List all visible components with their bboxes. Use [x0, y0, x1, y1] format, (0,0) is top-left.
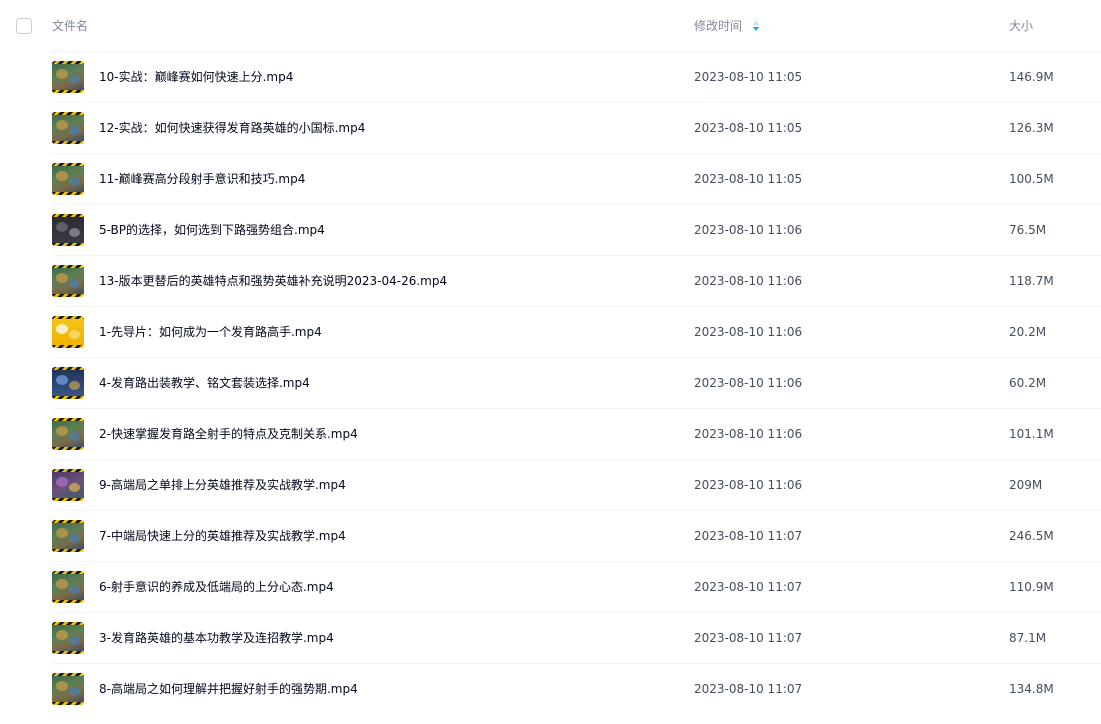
file-name[interactable]: 10-实战：巅峰赛如何快速上分.mp4	[99, 70, 293, 84]
file-modified-time: 2023-08-10 11:07	[694, 529, 803, 543]
video-thumbnail[interactable]	[52, 622, 84, 654]
file-size: 126.3M	[1009, 121, 1054, 135]
file-size: 118.7M	[1009, 274, 1054, 288]
file-row[interactable]: 6-射手意识的养成及低端局的上分心态.mp4 2023-08-10 11:07 11…	[52, 561, 1101, 612]
file-modified-time: 2023-08-10 11:06	[694, 376, 803, 390]
file-size: 110.9M	[1009, 580, 1054, 594]
video-thumbnail[interactable]	[52, 571, 84, 603]
file-row[interactable]: 11-巅峰赛高分段射手意识和技巧.mp4 2023-08-10 11:05 100.…	[52, 153, 1101, 204]
video-thumbnail[interactable]	[52, 469, 84, 501]
file-modified-time: 2023-08-10 11:05	[694, 70, 803, 84]
file-name[interactable]: 7-中端局快速上分的英雄推荐及实战教学.mp4	[99, 529, 346, 543]
file-modified-time: 2023-08-10 11:07	[694, 682, 803, 696]
file-modified-time: 2023-08-10 11:06	[694, 478, 803, 492]
column-header-modified[interactable]: 修改时间	[694, 19, 742, 33]
file-size: 146.9M	[1009, 70, 1054, 84]
file-modified-time: 2023-08-10 11:05	[694, 121, 803, 135]
file-row[interactable]: 7-中端局快速上分的英雄推荐及实战教学.mp4 2023-08-10 11:07 2…	[52, 510, 1101, 561]
file-row[interactable]: 2-快速掌握发育路全射手的特点及克制关系.mp4 2023-08-10 11:06…	[52, 408, 1101, 459]
file-size: 100.5M	[1009, 172, 1054, 186]
file-row[interactable]: 4-发育路出装教学、铭文套装选择.mp4 2023-08-10 11:06 60.2…	[52, 357, 1101, 408]
file-size: 134.8M	[1009, 682, 1054, 696]
file-modified-time: 2023-08-10 11:06	[694, 223, 803, 237]
file-modified-time: 2023-08-10 11:06	[694, 427, 803, 441]
column-header-size[interactable]: 大小	[1009, 19, 1033, 33]
file-modified-time: 2023-08-10 11:07	[694, 580, 803, 594]
file-row[interactable]: 3-发育路英雄的基本功教学及连招教学.mp4 2023-08-10 11:07 87…	[52, 612, 1101, 663]
file-name[interactable]: 8-高端局之如何理解并把握好射手的强势期.mp4	[99, 682, 358, 696]
file-size: 87.1M	[1009, 631, 1047, 645]
video-thumbnail[interactable]	[52, 214, 84, 246]
file-size: 76.5M	[1009, 223, 1047, 237]
file-row[interactable]: 5-BP的选择，如何选到下路强势组合.mp4 2023-08-10 11:06 76…	[52, 204, 1101, 255]
file-row[interactable]: 9-高端局之单排上分英雄推荐及实战教学.mp4 2023-08-10 11:06 2…	[52, 459, 1101, 510]
file-name[interactable]: 2-快速掌握发育路全射手的特点及克制关系.mp4	[99, 427, 358, 441]
video-thumbnail[interactable]	[52, 367, 84, 399]
file-modified-time: 2023-08-10 11:07	[694, 631, 803, 645]
file-row[interactable]: 10-实战：巅峰赛如何快速上分.mp4 2023-08-10 11:05 146.9…	[52, 51, 1101, 102]
video-thumbnail[interactable]	[52, 418, 84, 450]
file-name[interactable]: 12-实战：如何快速获得发育路英雄的小国标.mp4	[99, 121, 365, 135]
column-header-name[interactable]: 文件名	[52, 19, 88, 33]
file-size: 101.1M	[1009, 427, 1054, 441]
video-thumbnail[interactable]	[52, 520, 84, 552]
video-thumbnail[interactable]	[52, 265, 84, 297]
file-modified-time: 2023-08-10 11:06	[694, 325, 803, 339]
file-name[interactable]: 6-射手意识的养成及低端局的上分心态.mp4	[99, 580, 334, 594]
file-name[interactable]: 3-发育路英雄的基本功教学及连招教学.mp4	[99, 631, 334, 645]
file-size: 246.5M	[1009, 529, 1054, 543]
file-modified-time: 2023-08-10 11:05	[694, 172, 803, 186]
file-size: 20.2M	[1009, 325, 1047, 339]
file-name[interactable]: 1-先导片：如何成为一个发育路高手.mp4	[99, 325, 322, 339]
sort-desc-icon[interactable]	[752, 20, 760, 32]
video-thumbnail[interactable]	[52, 163, 84, 195]
file-row[interactable]: 1-先导片：如何成为一个发育路高手.mp4 2023-08-10 11:06 20.…	[52, 306, 1101, 357]
file-row[interactable]: 12-实战：如何快速获得发育路英雄的小国标.mp4 2023-08-10 11:0…	[52, 102, 1101, 153]
video-thumbnail[interactable]	[52, 112, 84, 144]
file-name[interactable]: 5-BP的选择，如何选到下路强势组合.mp4	[99, 223, 325, 237]
file-modified-time: 2023-08-10 11:06	[694, 274, 803, 288]
file-name[interactable]: 11-巅峰赛高分段射手意识和技巧.mp4	[99, 172, 305, 186]
file-row[interactable]: 8-高端局之如何理解并把握好射手的强势期.mp4 2023-08-10 11:07…	[52, 663, 1101, 714]
file-row[interactable]: 13-版本更替后的英雄特点和强势英雄补充说明2023-04-26.mp4 2023…	[52, 255, 1101, 306]
file-name[interactable]: 4-发育路出装教学、铭文套装选择.mp4	[99, 376, 310, 390]
video-thumbnail[interactable]	[52, 673, 84, 705]
video-thumbnail[interactable]	[52, 316, 84, 348]
file-list-header: 文件名 修改时间 大小	[0, 0, 1101, 52]
file-size: 60.2M	[1009, 376, 1047, 390]
file-name[interactable]: 9-高端局之单排上分英雄推荐及实战教学.mp4	[99, 478, 346, 492]
video-thumbnail[interactable]	[52, 61, 84, 93]
file-size: 209M	[1009, 478, 1043, 492]
select-all-checkbox[interactable]	[16, 18, 32, 34]
file-name[interactable]: 13-版本更替后的英雄特点和强势英雄补充说明2023-04-26.mp4	[99, 274, 447, 288]
